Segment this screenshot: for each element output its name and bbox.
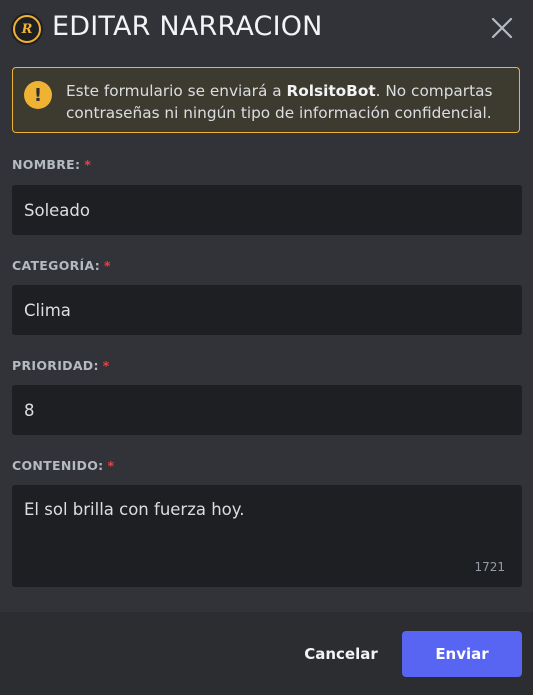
warning-notice: ! Este formulario se enviará a RolsitoBo… <box>12 67 520 133</box>
notice-bot-name: RolsitoBot <box>286 82 376 100</box>
modal-title: EDITAR NARRACION <box>52 11 323 42</box>
notice-text: Este formulario se enviará a RolsitoBot.… <box>66 80 506 124</box>
prioridad-label: PRIORIDAD: * <box>12 358 110 373</box>
nombre-label-text: NOMBRE: <box>12 157 81 172</box>
cancel-button[interactable]: Cancelar <box>288 631 394 677</box>
close-icon <box>491 17 513 39</box>
bot-logo-icon: R <box>11 13 43 45</box>
contenido-label-text: CONTENIDO: <box>12 458 104 473</box>
required-mark: * <box>84 157 92 172</box>
prioridad-label-text: PRIORIDAD: <box>12 358 99 373</box>
bot-logo-letter: R <box>15 17 39 41</box>
notice-text-before: Este formulario se enviará a <box>66 82 287 100</box>
required-mark: * <box>102 358 110 373</box>
edit-narration-modal: R EDITAR NARRACION ! Este formulario se … <box>0 0 533 695</box>
nombre-input[interactable] <box>12 185 522 235</box>
required-mark: * <box>104 258 111 273</box>
exclamation-icon: ! <box>24 81 52 109</box>
contenido-label: CONTENIDO: * <box>12 458 114 473</box>
prioridad-input[interactable] <box>12 385 522 435</box>
modal-header: R EDITAR NARRACION <box>0 0 533 58</box>
categoria-label-text: CATEGORÍA: <box>12 258 101 273</box>
modal-footer: Cancelar Enviar <box>0 612 533 695</box>
character-counter: 1721 <box>474 560 505 574</box>
required-mark: * <box>107 458 115 473</box>
categoria-label: CATEGORÍA: * <box>12 258 111 273</box>
nombre-label: NOMBRE: * <box>12 157 91 172</box>
close-button[interactable] <box>488 14 516 42</box>
categoria-input[interactable] <box>12 285 522 335</box>
submit-button[interactable]: Enviar <box>402 631 522 677</box>
